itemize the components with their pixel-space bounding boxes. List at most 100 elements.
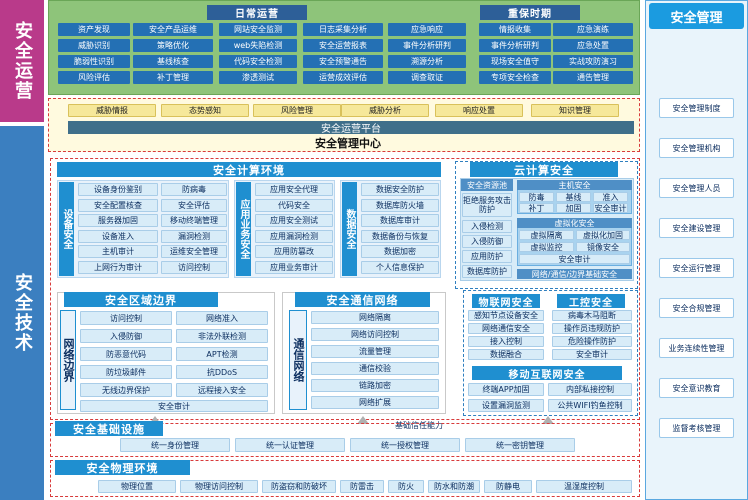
boundary-item: 网络准入 [176, 311, 268, 325]
mgmt-item: 安全管理机构 [659, 138, 734, 158]
app-item: 应用漏洞检测 [255, 229, 333, 243]
iot-item: 网络通信安全 [468, 323, 544, 334]
daily-ops-item: web失陷检测 [219, 39, 297, 52]
daily-ops-item: 安全运营报表 [303, 39, 383, 52]
boundary-audit: 安全审计 [80, 400, 268, 412]
app-item: 应用安全测试 [255, 214, 333, 227]
daily-ops-item: 策略优化 [133, 39, 213, 52]
mgmt-item: 业务连续性管理 [659, 338, 734, 358]
device-item: 设备准入 [78, 229, 158, 243]
keep-period-item: 事件分析研判 [479, 39, 551, 52]
virt-item: 虚拟监控 [519, 242, 574, 252]
data-item: 数据加密 [361, 245, 439, 258]
center-item: 威胁情报 [68, 104, 156, 117]
keep-period-item: 应急处置 [553, 39, 633, 52]
boundary-title: 安全区域边界 [64, 292, 218, 307]
keep-period-item: 实战攻防演习 [553, 55, 633, 68]
boundary-item: 防恶意代码 [80, 347, 172, 361]
data-item: 数据安全防护 [361, 183, 439, 196]
keep-period-item: 专项安全检查 [479, 71, 551, 84]
host-item: 基线 [556, 192, 591, 202]
device-item: 漏洞检测 [161, 229, 227, 243]
daily-ops-item: 运营成效评估 [303, 71, 383, 84]
physical-item: 防盗窃和防破坏 [262, 480, 336, 493]
virt-item: 安全审计 [519, 254, 630, 264]
mgmt-item: 监督考核管理 [659, 418, 734, 438]
comm-item: 通信校验 [311, 362, 439, 375]
infra-item: 统一授权管理 [350, 438, 460, 452]
center-item: 知识管理 [531, 104, 619, 117]
physical-item: 物理访问控制 [180, 480, 258, 493]
daily-ops-item: 基线核查 [133, 55, 213, 68]
device-item: 移动终端管理 [161, 214, 227, 227]
comm-item: 流量管理 [311, 345, 439, 358]
boundary-item: APT检测 [176, 347, 268, 361]
comm-label: 通信网络 [289, 310, 307, 410]
app-item: 应用安全代理 [255, 183, 333, 196]
iot-item: 数据融合 [468, 349, 544, 360]
center-item: 风险管理 [253, 104, 341, 117]
iot-title: 物联网安全 [472, 294, 540, 309]
mgmt-item: 安全合规管理 [659, 298, 734, 318]
ics-title: 工控安全 [557, 294, 625, 309]
device-security-label: 设备安全 [59, 182, 74, 276]
host-item: 安全审计 [593, 203, 628, 213]
daily-ops-title: 日常运营 [207, 5, 307, 20]
daily-ops-item: 事件分析研判 [388, 39, 466, 52]
virt-security-title: 虚拟化安全 [517, 218, 632, 228]
device-item: 访问控制 [161, 260, 227, 274]
virt-item: 虚拟化加固 [576, 230, 630, 240]
mobile-item: 终端APP加固 [468, 383, 544, 396]
compute-title: 安全计算环境 [57, 162, 441, 177]
keep-period-title: 重保时期 [480, 5, 580, 20]
virt-item: 虚拟隔离 [519, 230, 574, 240]
res-pool-item: 应用防护 [462, 250, 512, 263]
keep-period-item: 现场安全值守 [479, 55, 551, 68]
mobile-title: 移动互联网安全 [472, 366, 622, 381]
comm-item: 网络扩展 [311, 396, 439, 409]
mgmt-item: 安全管理人员 [659, 178, 734, 198]
mgmt-item: 安全管理制度 [659, 98, 734, 118]
host-item: 补丁 [519, 203, 554, 213]
keep-period-item: 情报收集 [479, 23, 551, 36]
device-item: 防病毒 [161, 183, 227, 196]
ops-platform-bar: 安全运营平台 [68, 121, 634, 135]
physical-item: 温湿度控制 [536, 480, 632, 493]
keep-period-item: 通告管理 [553, 71, 633, 84]
cloud-net-label: 网络/通信/边界基础安全 [517, 269, 632, 279]
physical-item: 物理位置 [98, 480, 176, 493]
res-pool-item: 数据库防护 [462, 265, 512, 278]
app-item: 应用防篡改 [255, 245, 333, 258]
tech-section-label: 安全技术 [0, 126, 44, 500]
ics-item: 病毒木马阻断 [552, 310, 632, 321]
data-security-label: 数据安全 [342, 182, 357, 276]
keep-period-item: 应急演练 [553, 23, 633, 36]
boundary-item: 抗DDoS [176, 365, 268, 379]
comm-item: 链路加密 [311, 379, 439, 392]
boundary-item: 无线边界保护 [80, 383, 172, 397]
host-item: 防毒 [519, 192, 554, 202]
boundary-item: 入侵防御 [80, 329, 172, 343]
mobile-item: 设置漏洞监测 [468, 399, 544, 412]
device-item: 运维安全管理 [161, 245, 227, 258]
daily-ops-item: 应急响应 [388, 23, 466, 36]
host-item: 准入 [593, 192, 628, 202]
mgmt-item: 安全运行管理 [659, 258, 734, 278]
daily-ops-item: 调查取证 [388, 71, 466, 84]
mobile-item: 公共WIFI钓鱼控制 [548, 399, 632, 412]
physical-item: 防火 [388, 480, 424, 493]
boundary-item: 远程接入安全 [176, 383, 268, 397]
daily-ops-item: 安全预警通告 [303, 55, 383, 68]
infra-item: 统一认证管理 [235, 438, 345, 452]
infra-title: 安全基础设施 [55, 421, 163, 436]
daily-ops-item: 威胁识别 [58, 39, 130, 52]
data-item: 数据库防火墙 [361, 198, 439, 212]
daily-ops-item: 脆弱性识别 [58, 55, 130, 68]
cloud-title: 云计算安全 [470, 162, 618, 177]
app-item: 代码安全 [255, 198, 333, 212]
res-pool-title: 安全资源池 [461, 179, 513, 191]
physical-item: 防水和防潮 [428, 480, 480, 493]
device-item: 安全评估 [161, 198, 227, 212]
ics-item: 操作员违规防护 [552, 323, 632, 334]
host-item: 加固 [556, 203, 591, 213]
